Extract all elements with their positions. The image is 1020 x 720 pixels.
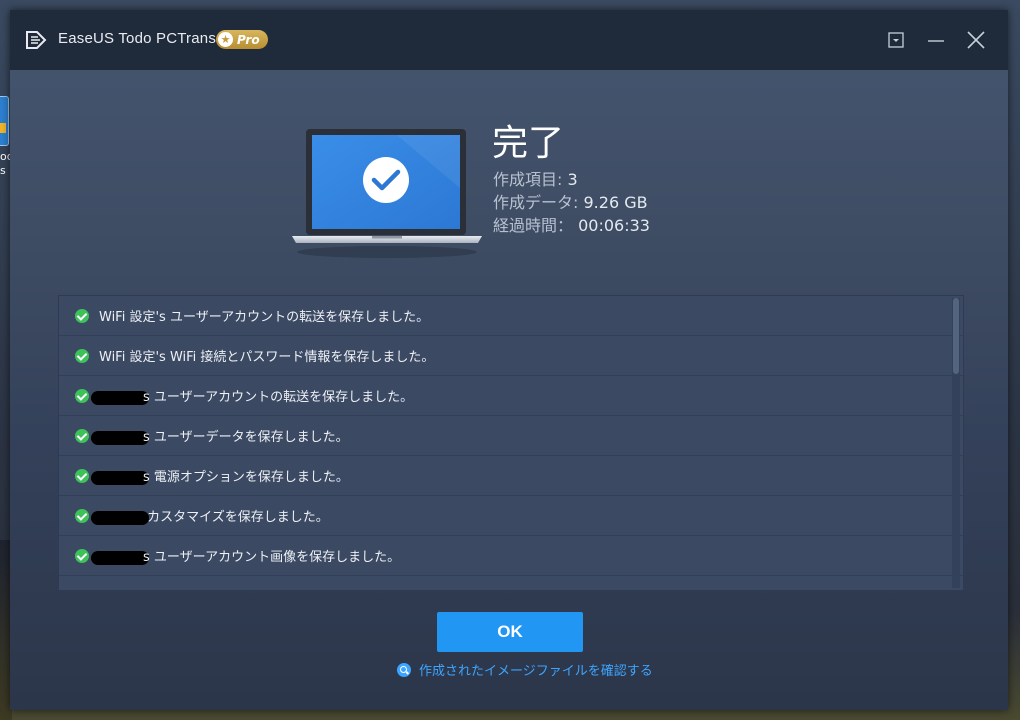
elapsed-time-value: 00:06:33 <box>578 216 650 235</box>
redacted-name <box>91 550 149 565</box>
laptop-check-icon <box>292 129 482 258</box>
list-item <box>59 576 963 590</box>
result-log-list[interactable]: WiFi 設定's ユーザーアカウントの転送を保存しました。 WiFi 設定's… <box>58 295 964 591</box>
log-item-text: WiFi 設定's ユーザーアカウントの転送を保存しました。 <box>99 306 429 325</box>
list-item: WiFi 設定's WiFi 接続とパスワード情報を保存しました。 <box>59 336 963 376</box>
completion-title: 完了 <box>492 123 565 164</box>
log-item-prefix: WiFi 設定's <box>99 350 166 365</box>
log-scrollbar-thumb[interactable] <box>953 298 959 374</box>
ok-button[interactable]: OK <box>437 612 583 652</box>
star-icon: ★ <box>218 32 233 47</box>
log-item-message: 電源オプションを保存しました。 <box>153 470 349 485</box>
success-check-icon <box>75 308 89 323</box>
log-item-prefix: s <box>143 430 150 445</box>
list-item: s ユーザーアカウント画像を保存しました。 <box>59 536 963 576</box>
list-item: s ユーザーデータを保存しました。 <box>59 416 963 456</box>
created-data-stat: 作成データ: 9.26 GB <box>493 192 648 214</box>
success-check-icon <box>75 548 89 563</box>
redacted-name <box>91 470 149 485</box>
redacted-name <box>91 430 149 445</box>
log-item-text: s ユーザーアカウントの転送を保存しました。 <box>91 386 414 405</box>
log-item-text: s 電源オプションを保存しました。 <box>91 466 349 485</box>
title-bar[interactable]: EaseUS Todo PCTrans ★ Pro <box>10 10 1008 70</box>
log-item-message: ユーザーアカウント画像を保存しました。 <box>153 550 401 565</box>
elapsed-time-label: 経過時間： <box>493 216 574 235</box>
log-item-message: ユーザーデータを保存しました。 <box>153 430 349 445</box>
log-item-text: s ユーザーデータを保存しました。 <box>91 426 349 445</box>
close-button[interactable] <box>964 28 988 52</box>
menu-dropdown-button[interactable] <box>884 28 908 52</box>
success-check-icon <box>75 388 89 403</box>
view-image-files-label: 作成されたイメージファイルを確認する <box>419 664 653 679</box>
app-title: EaseUS Todo PCTrans <box>58 30 217 47</box>
view-image-files-link[interactable]: 作成されたイメージファイルを確認する <box>397 660 653 679</box>
log-item-message: ユーザーアカウントの転送を保存しました。 <box>153 390 414 405</box>
log-item-prefix: s <box>143 550 150 565</box>
easeus-logo-icon <box>26 31 47 49</box>
success-check-icon <box>75 348 89 363</box>
created-items-label: 作成項目: <box>493 170 563 189</box>
search-icon <box>397 662 411 677</box>
log-item-text: s ユーザーアカウント画像を保存しました。 <box>91 546 401 565</box>
list-item: s ユーザーアカウントの転送を保存しました。 <box>59 376 963 416</box>
elapsed-time-stat: 経過時間： 00:06:33 <box>493 215 650 237</box>
log-item-message: カスタマイズを保存しました。 <box>147 510 329 525</box>
success-check-icon <box>75 508 89 523</box>
desktop-shortcut-icon[interactable] <box>0 96 9 146</box>
list-item: s 電源オプションを保存しました。 <box>59 456 963 496</box>
log-scrollbar[interactable] <box>952 298 960 588</box>
pro-badge-label: Pro <box>237 32 260 47</box>
log-item-prefix: WiFi 設定's <box>99 310 166 325</box>
list-item: カスタマイズを保存しました。 <box>59 496 963 536</box>
log-item-message: ユーザーアカウントの転送を保存しました。 <box>169 310 430 325</box>
log-item-text: WiFi 設定's WiFi 接続とパスワード情報を保存しました。 <box>99 346 434 365</box>
pro-badge: ★ Pro <box>216 30 268 49</box>
success-check-icon <box>75 428 89 443</box>
minimize-button[interactable] <box>924 28 948 52</box>
created-items-value: 3 <box>567 170 578 189</box>
success-check-icon <box>75 468 89 483</box>
redacted-name <box>91 390 149 405</box>
created-data-label: 作成データ: <box>493 193 579 212</box>
app-window: EaseUS Todo PCTrans ★ Pro 完了 作成項目: 3 作成デ… <box>10 10 1008 710</box>
list-item: WiFi 設定's ユーザーアカウントの転送を保存しました。 <box>59 296 963 336</box>
log-item-text: カスタマイズを保存しました。 <box>91 506 329 525</box>
log-item-message: WiFi 接続とパスワード情報を保存しました。 <box>169 350 435 365</box>
redacted-name <box>91 510 149 525</box>
created-data-value: 9.26 GB <box>583 193 648 212</box>
created-items-stat: 作成項目: 3 <box>493 169 578 191</box>
log-item-prefix: s <box>143 470 150 485</box>
log-item-prefix: s <box>143 390 150 405</box>
